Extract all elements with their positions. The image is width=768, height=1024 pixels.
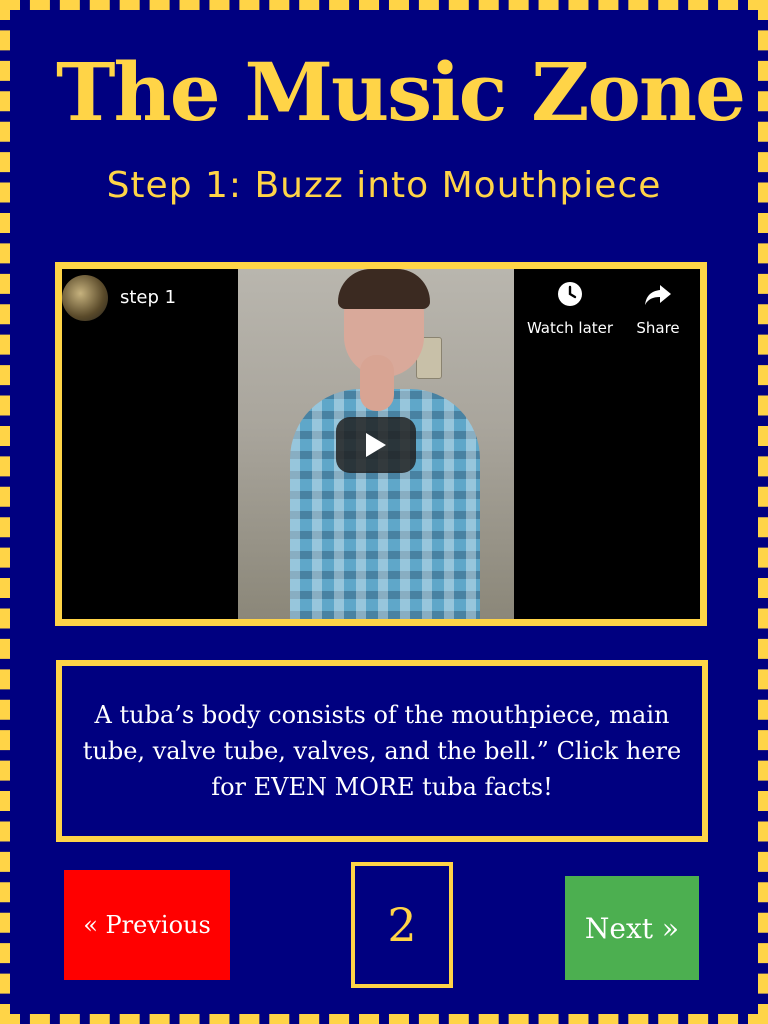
page-number: 2 xyxy=(351,862,453,988)
share-label: Share xyxy=(636,319,680,337)
video-title[interactable]: step 1 xyxy=(120,287,176,308)
site-title: The Music Zone xyxy=(56,45,746,139)
play-button[interactable] xyxy=(336,417,416,473)
step-heading: Step 1: Buzz into Mouthpiece xyxy=(106,165,662,206)
video-embed[interactable]: step 1 Watch later Share xyxy=(55,262,707,626)
person-hair xyxy=(338,269,430,309)
channel-avatar[interactable] xyxy=(62,275,108,321)
watch-later-button[interactable]: Watch later xyxy=(520,279,620,337)
person-hand xyxy=(360,355,394,411)
share-arrow-icon xyxy=(608,279,700,311)
clock-icon xyxy=(520,279,620,311)
watch-later-label: Watch later xyxy=(526,319,614,337)
previous-button[interactable]: « Previous xyxy=(64,870,230,980)
next-button[interactable]: Next » xyxy=(565,876,699,980)
share-button[interactable]: Share xyxy=(608,279,700,337)
play-icon xyxy=(366,433,386,457)
fact-box[interactable]: A tuba’s body consists of the mouthpiece… xyxy=(56,660,708,842)
fact-text[interactable]: A tuba’s body consists of the mouthpiece… xyxy=(74,697,690,805)
